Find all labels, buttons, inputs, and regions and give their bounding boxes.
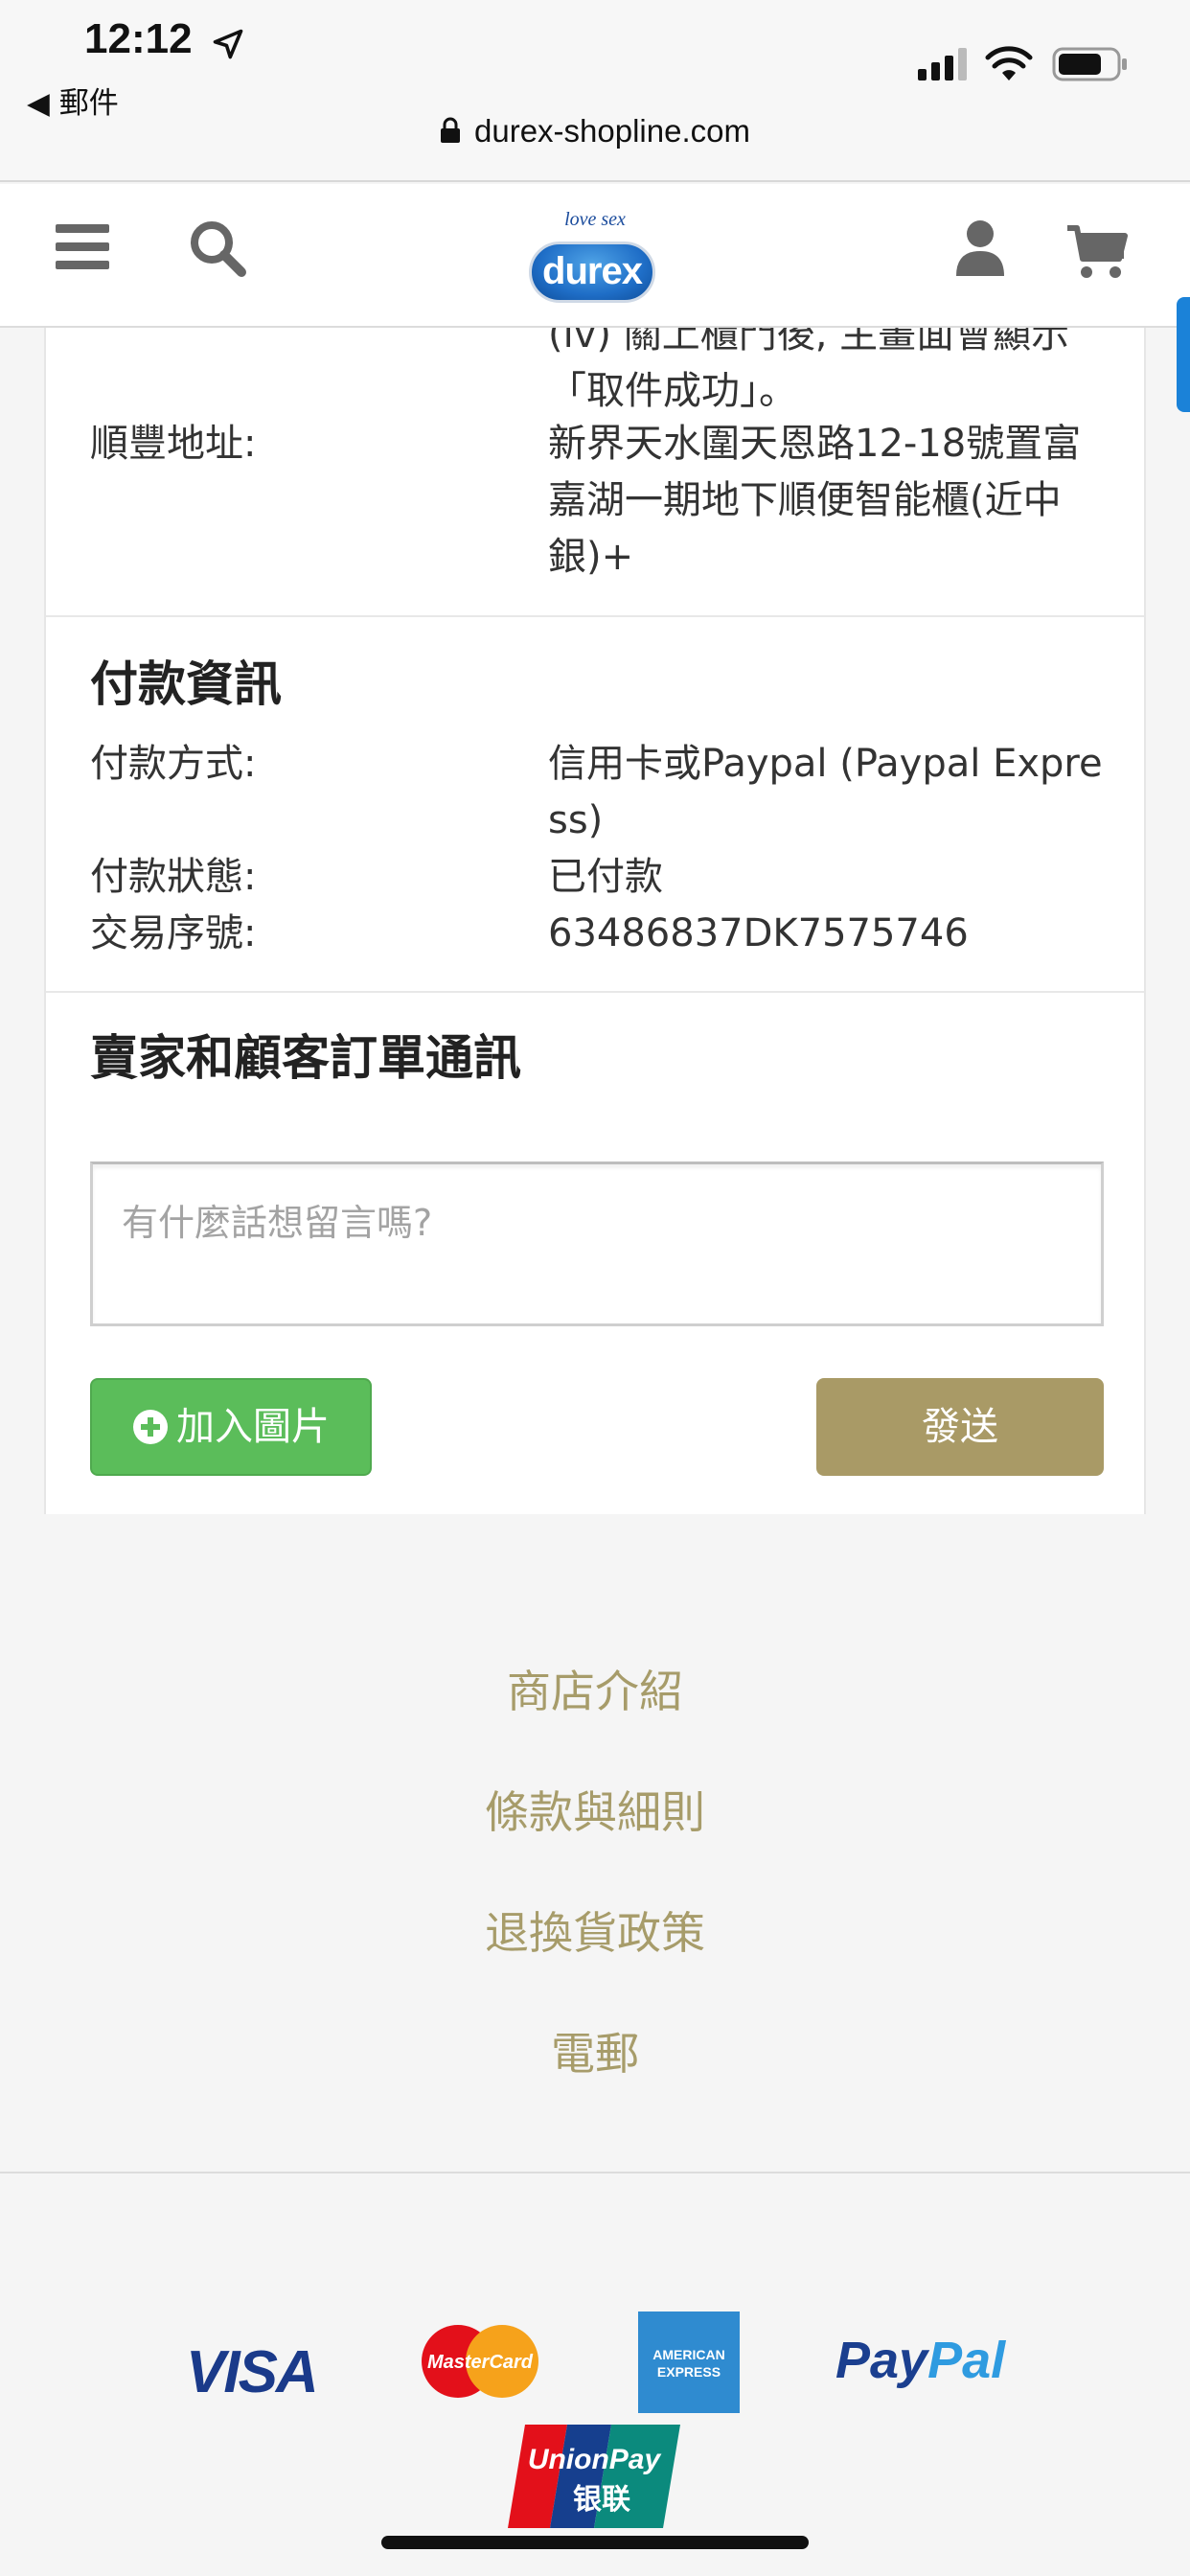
hamburger-menu-icon[interactable] — [56, 222, 109, 272]
payment-method-row: 付款方式: 信用卡或Paypal (Paypal Express) — [46, 736, 1144, 849]
footer-links: 商店介紹 條款與細則 退換貨政策 電郵 — [0, 1648, 1190, 2131]
order-messages-section: 賣家和顧客訂單通訊 加入圖片 發送 — [46, 993, 1144, 1514]
cellular-signal-icon — [918, 48, 967, 80]
url-text: durex-shopline.com — [474, 113, 750, 149]
payment-info-section: 付款資訊 付款方式: 信用卡或Paypal (Paypal Express) 付… — [46, 617, 1144, 993]
transaction-id-label: 交易序號: — [90, 911, 257, 955]
message-input[interactable] — [90, 1162, 1104, 1326]
paypal-text-pal: Pal — [927, 2332, 1006, 2389]
address-bar[interactable]: durex-shopline.com — [0, 113, 1190, 163]
footer-link-about-store[interactable]: 商店介紹 — [0, 1648, 1190, 1769]
payment-method-value: 信用卡或Paypal (Paypal Express) — [548, 742, 1103, 842]
wifi-icon — [985, 46, 1033, 80]
payment-method-label: 付款方式: — [90, 742, 257, 786]
address-row: 順豐地址: 新界天水圍天恩路12-18號置富嘉湖一期地下順便智能櫃(近中銀)+ — [46, 416, 1144, 586]
pickup-instruction-line: 「取件成功」。 — [548, 369, 797, 413]
logo-tagline: love sex — [564, 209, 626, 230]
pickup-instructions-text: (iv) 關上櫃門後, 主畫面會顯示 「取件成功」。 — [548, 328, 1104, 420]
unionpay-logo: UnionPay 银联 — [508, 2425, 680, 2528]
home-indicator[interactable] — [381, 2536, 809, 2549]
address-value: 新界天水圍天恩路12-18號置富嘉湖一期地下順便智能櫃(近中銀)+ — [548, 422, 1082, 579]
shopping-cart-icon[interactable] — [1065, 222, 1129, 282]
address-label: 順豐地址: — [90, 422, 257, 466]
battery-icon — [1052, 47, 1127, 81]
pickup-instruction-line: (iv) 關上櫃門後, 主畫面會顯示 — [548, 328, 1070, 356]
plus-circle-icon — [133, 1410, 168, 1444]
footer-link-terms[interactable]: 條款與細則 — [0, 1769, 1190, 1890]
svg-text:MasterCard: MasterCard — [427, 2352, 534, 2373]
footer-link-return-policy[interactable]: 退換貨政策 — [0, 1890, 1190, 2011]
logo-wordmark: durex — [529, 242, 655, 303]
visa-logo: VISA — [186, 2339, 319, 2405]
site-header: love sex durex — [0, 184, 1190, 328]
browser-status-bar: 12:12 ◀ 郵件 durex-shopline.com — [0, 0, 1190, 182]
order-detail-card: (iv) 關上櫃門後, 主畫面會顯示 「取件成功」。 順豐地址: 新界天水圍天恩… — [44, 328, 1146, 1514]
payment-status-value: 已付款 — [548, 855, 663, 899]
add-image-button[interactable]: 加入圖片 — [90, 1378, 372, 1476]
payment-status-row: 付款狀態: 已付款 — [46, 849, 1144, 906]
paypal-logo: PayPal — [835, 2331, 1005, 2390]
add-image-label: 加入圖片 — [176, 1405, 330, 1449]
messages-section-title: 賣家和顧客訂單通訊 — [90, 1030, 521, 1086]
user-account-icon[interactable] — [954, 218, 1006, 278]
side-floating-tab[interactable] — [1177, 297, 1190, 412]
payment-logos: VISA MasterCard AMERICAN EXPRESS PayPal … — [0, 2300, 1190, 2549]
clock-time: 12:12 — [84, 15, 193, 62]
pickup-info-section: (iv) 關上櫃門後, 主畫面會顯示 「取件成功」。 順豐地址: 新界天水圍天恩… — [46, 328, 1144, 617]
payment-status-label: 付款狀態: — [90, 855, 257, 899]
lock-icon — [441, 117, 460, 143]
location-arrow-icon — [213, 29, 243, 59]
amex-logo: AMERICAN EXPRESS — [638, 2312, 740, 2413]
payment-section-title: 付款資訊 — [90, 656, 282, 712]
mastercard-logo: MasterCard — [422, 2325, 538, 2398]
durex-logo[interactable]: love sex durex — [525, 201, 665, 309]
paypal-text-pay: Pay — [835, 2332, 928, 2389]
search-icon[interactable] — [188, 218, 247, 278]
svg-text:UnionPay: UnionPay — [528, 2444, 662, 2475]
transaction-id-row: 交易序號: 63486837DK7575746 — [46, 906, 1144, 962]
footer-divider — [0, 2172, 1190, 2174]
footer-link-email[interactable]: 電郵 — [0, 2011, 1190, 2131]
send-button[interactable]: 發送 — [816, 1378, 1104, 1476]
transaction-id-value: 63486837DK7575746 — [548, 911, 969, 955]
svg-text:银联: 银联 — [573, 2483, 630, 2517]
